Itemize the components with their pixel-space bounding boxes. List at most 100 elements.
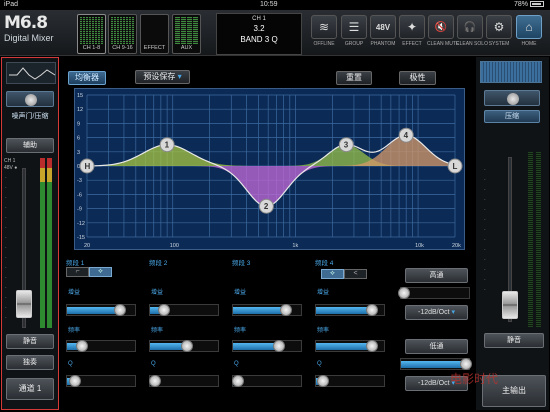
band-1-controls: 频段 1 ⌐ ⟡ 增益 频率 Q	[66, 257, 146, 407]
main-mute-button[interactable]: 静音	[484, 333, 544, 348]
band-1-q-slider[interactable]	[66, 375, 136, 387]
eq-point-label: L	[453, 162, 458, 171]
reset-button[interactable]: 重置	[336, 71, 372, 85]
channel-name-label: CH 1	[4, 158, 16, 164]
fader-scale: ---------------	[5, 175, 7, 320]
mini-eq-curve	[9, 67, 56, 80]
low-pass-button[interactable]: 低通	[405, 339, 468, 354]
band-3-gain-slider[interactable]	[232, 304, 302, 316]
comp-knob-button[interactable]	[484, 90, 540, 106]
gate-knob-button[interactable]	[6, 91, 54, 107]
eq-point-label: 3	[344, 141, 349, 150]
main-meter-left	[528, 152, 533, 327]
eq-graph-canvas[interactable]: 15129630-3-6-9-12-1520 100 1k 10k 20kH1234L	[75, 89, 466, 251]
band-2-gain-slider[interactable]	[149, 304, 219, 316]
hpf-freq-slider[interactable]	[397, 287, 470, 299]
y-tick-label: 3	[77, 150, 80, 156]
gain-label: 增益	[68, 290, 81, 296]
eq-tab[interactable]: 均衡器	[68, 71, 106, 85]
freq-label: 频率	[68, 328, 81, 334]
gain-label: 增益	[151, 290, 164, 296]
polarity-button[interactable]: 极性	[399, 71, 436, 85]
battery-status: 78%	[514, 1, 544, 8]
chevron-down-icon: ▾	[451, 309, 455, 316]
x-tick-label: 10k	[415, 243, 424, 249]
gain-label: 增益	[234, 290, 247, 296]
phantom-icon: 48V	[370, 15, 396, 39]
band-4-gain-slider[interactable]	[315, 304, 385, 316]
top-bar: M6.8 Digital Mixer CH 1-8 CH 9-16 EFFECT…	[0, 10, 550, 56]
logo-main: M6.8	[4, 13, 48, 33]
group-button[interactable]: ☰ GROUP	[340, 15, 368, 55]
tab-effect[interactable]: EFFECT	[140, 14, 169, 54]
main-meter-right	[536, 152, 541, 327]
mini-eq-preview[interactable]	[6, 62, 56, 84]
channel-name-button[interactable]: 通道 1	[6, 378, 54, 400]
aux-button[interactable]: 辅助	[6, 138, 54, 153]
band-4-q-slider[interactable]	[315, 375, 385, 387]
y-tick-label: 9	[77, 121, 80, 127]
peak-option[interactable]: ⟡	[89, 267, 112, 277]
system-button[interactable]: ⚙ SYSTEM	[485, 15, 513, 55]
eq-graph[interactable]: 15 12 9 6 3 0 -3 -6 -9 -12 -15 20 100 1k 10k 20k H 1 2 3 4 L	[74, 88, 465, 250]
eq-point-label: 1	[165, 141, 170, 150]
band-3-freq-slider[interactable]	[232, 340, 302, 352]
gate-comp-label[interactable]: 噪声门/压缩	[6, 111, 54, 124]
channel-strip-left: 噪声门/压缩 辅助 CH 1 48V ● --------------- 静音 …	[1, 57, 59, 410]
band-1-freq-slider[interactable]	[66, 340, 136, 352]
band-1-gain-slider[interactable]	[66, 304, 136, 316]
tab-aux[interactable]: AUX	[172, 14, 201, 54]
channel-fader-cap[interactable]	[16, 290, 32, 318]
y-tick-label: -12	[77, 221, 85, 227]
clean-solo-button[interactable]: 🎧 CLEAN SOLO	[456, 15, 488, 55]
band-1-type-switch[interactable]: ⌐ ⟡	[66, 267, 112, 277]
x-tick-label: 20	[84, 243, 90, 249]
phantom-button[interactable]: 48V PHANTOM	[369, 15, 397, 55]
clean-mute-button[interactable]: 🔇 CLEAN MUTE	[427, 15, 459, 55]
freq-label: 频率	[151, 328, 164, 334]
band-4-type-switch[interactable]: ⟡ <	[321, 269, 367, 279]
compressor-button[interactable]: 压缩	[484, 110, 540, 123]
chevron-down-icon: ▾	[177, 72, 182, 81]
logo-sub: Digital Mixer	[4, 33, 54, 43]
freq-label: 频率	[234, 328, 247, 334]
home-button[interactable]: ⌂ HOME	[515, 15, 543, 55]
fader-scale: -------------	[484, 167, 486, 292]
band-2-q-slider[interactable]	[149, 375, 219, 387]
preset-save-dropdown[interactable]: 预设保存 ▾	[135, 70, 190, 84]
band-title: 频段 2	[149, 260, 168, 267]
effect-button[interactable]: ✦ EFFECT	[398, 15, 426, 55]
level-meter-left	[40, 158, 45, 328]
gear-icon: ⚙	[486, 15, 512, 39]
parameter-display: CH 1 3.2 BAND 3 Q	[216, 13, 302, 55]
tab-ch-1-8[interactable]: CH 1-8	[77, 14, 106, 54]
level-meter-right	[47, 158, 52, 328]
high-shelf-option[interactable]: <	[344, 269, 367, 279]
peak-option[interactable]: ⟡	[321, 269, 344, 279]
wifi-icon: ≋	[311, 15, 337, 39]
band-3-q-slider[interactable]	[232, 375, 302, 387]
eq-point-label: 2	[264, 202, 269, 211]
solo-button[interactable]: 独奏	[6, 355, 54, 370]
tab-ch-9-16[interactable]: CH 9-16	[108, 14, 137, 54]
lpf-freq-slider[interactable]	[400, 358, 473, 370]
band-2-freq-slider[interactable]	[149, 340, 219, 352]
display-channel: CH 1	[252, 16, 266, 22]
offline-button[interactable]: ≋ OFFLINE	[310, 15, 338, 55]
gain-label: 增益	[317, 290, 330, 296]
mute-button[interactable]: 静音	[6, 334, 54, 349]
home-icon: ⌂	[516, 15, 542, 39]
low-shelf-option[interactable]: ⌐	[66, 267, 89, 277]
solo-icon: 🎧	[457, 15, 483, 39]
display-value: 3.2	[253, 24, 265, 33]
band-4-freq-slider[interactable]	[315, 340, 385, 352]
y-tick-label: 6	[77, 136, 80, 142]
carrier-label: iPad	[4, 1, 19, 8]
q-label: Q	[317, 361, 322, 367]
app-logo: M6.8 Digital Mixer	[4, 14, 76, 50]
main-fader-cap[interactable]	[502, 291, 518, 319]
comp-graph-preview[interactable]	[480, 61, 542, 83]
hpf-slope-dropdown[interactable]: -12dB/Oct ▾	[405, 305, 468, 320]
high-pass-button[interactable]: 高通	[405, 268, 468, 283]
y-tick-label: 15	[77, 93, 83, 99]
